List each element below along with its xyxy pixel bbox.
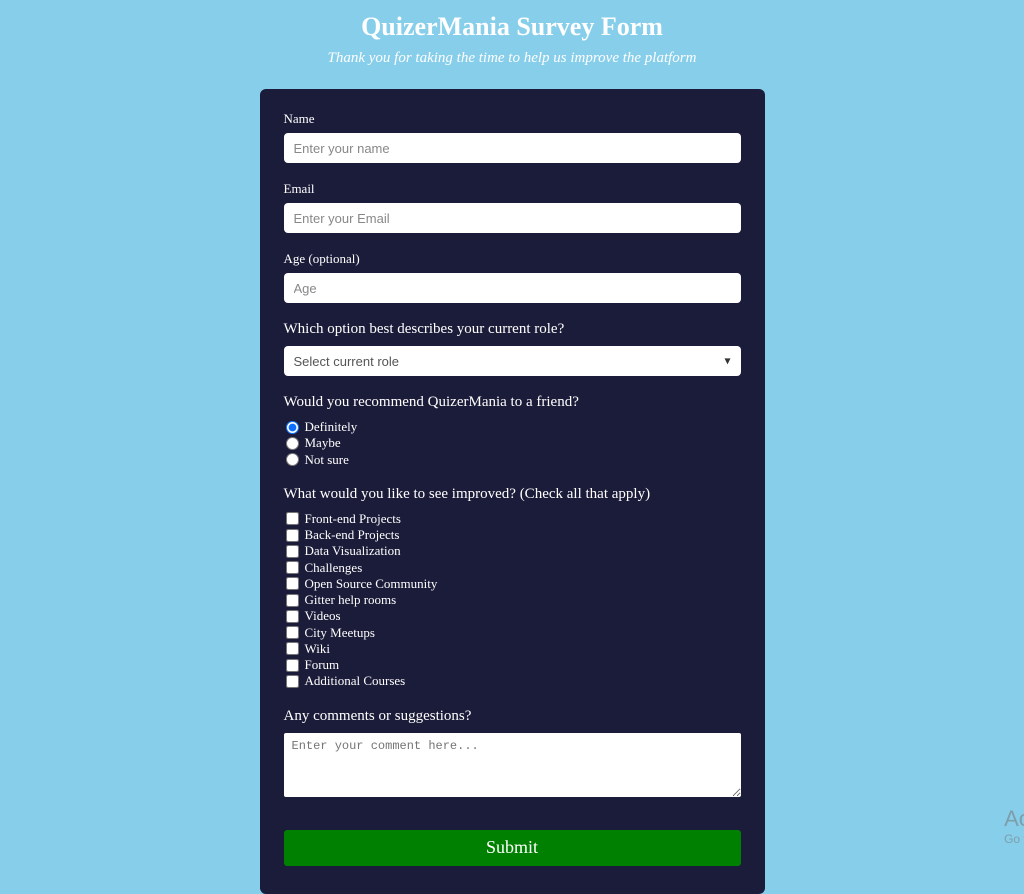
age-input[interactable] <box>284 273 741 303</box>
role-select-wrap: Select current role ▾ <box>284 346 741 376</box>
improve-checkbox[interactable] <box>286 610 299 623</box>
recommend-option-label: Maybe <box>305 435 341 451</box>
improve-option-label: City Meetups <box>305 625 375 641</box>
improve-option-label: Back-end Projects <box>305 527 400 543</box>
comments-textarea[interactable] <box>284 733 741 797</box>
age-label: Age (optional) <box>284 251 741 267</box>
improve-checkbox[interactable] <box>286 545 299 558</box>
improve-checkbox[interactable] <box>286 659 299 672</box>
improve-option-label: Forum <box>305 657 340 673</box>
improve-checkbox[interactable] <box>286 512 299 525</box>
recommend-option: Definitely <box>286 419 741 435</box>
improve-option-label: Challenges <box>305 560 363 576</box>
improve-option-label: Wiki <box>305 641 330 657</box>
improve-checkbox[interactable] <box>286 529 299 542</box>
name-input[interactable] <box>284 133 741 163</box>
os-watermark: Activa Go to S <box>1004 806 1024 846</box>
recommend-option-label: Not sure <box>305 452 349 468</box>
recommend-option: Not sure <box>286 452 741 468</box>
age-group: Age (optional) <box>284 251 741 303</box>
recommend-group: Would you recommend QuizerMania to a fri… <box>284 394 741 468</box>
recommend-radio-notsure[interactable] <box>286 453 299 466</box>
name-group: Name <box>284 111 741 163</box>
improve-label: What would you like to see improved? (Ch… <box>284 486 741 503</box>
improve-group: What would you like to see improved? (Ch… <box>284 486 741 690</box>
name-label: Name <box>284 111 741 127</box>
recommend-label: Would you recommend QuizerMania to a fri… <box>284 394 741 411</box>
email-label: Email <box>284 181 741 197</box>
improve-checkbox[interactable] <box>286 642 299 655</box>
improve-checkbox[interactable] <box>286 594 299 607</box>
comments-label: Any comments or suggestions? <box>284 708 741 725</box>
improve-checkbox[interactable] <box>286 561 299 574</box>
role-label: Which option best describes your current… <box>284 321 741 338</box>
improve-checkbox[interactable] <box>286 577 299 590</box>
email-input[interactable] <box>284 203 741 233</box>
improve-option-label: Videos <box>305 608 341 624</box>
role-select[interactable]: Select current role <box>284 346 741 376</box>
recommend-radio-definitely[interactable] <box>286 421 299 434</box>
watermark-line1: Activa <box>1004 806 1024 832</box>
improve-option: City Meetups <box>286 625 741 641</box>
improve-option: Gitter help rooms <box>286 592 741 608</box>
improve-option-label: Gitter help rooms <box>305 592 397 608</box>
page-title: QuizerMania Survey Form <box>0 12 1024 42</box>
improve-option: Forum <box>286 657 741 673</box>
survey-form: Name Email Age (optional) Which option b… <box>260 89 765 894</box>
page-subtitle: Thank you for taking the time to help us… <box>0 50 1024 67</box>
improve-option-label: Open Source Community <box>305 576 438 592</box>
improve-option: Challenges <box>286 560 741 576</box>
email-group: Email <box>284 181 741 233</box>
comments-group: Any comments or suggestions? <box>284 708 741 802</box>
improve-option-label: Additional Courses <box>305 673 406 689</box>
improve-option: Data Visualization <box>286 543 741 559</box>
improve-option-label: Front-end Projects <box>305 511 401 527</box>
improve-checkbox[interactable] <box>286 675 299 688</box>
improve-option: Additional Courses <box>286 673 741 689</box>
improve-option-label: Data Visualization <box>305 543 401 559</box>
improve-option: Back-end Projects <box>286 527 741 543</box>
submit-button[interactable]: Submit <box>284 830 741 866</box>
improve-option: Open Source Community <box>286 576 741 592</box>
improve-option: Wiki <box>286 641 741 657</box>
recommend-option-label: Definitely <box>305 419 358 435</box>
recommend-option: Maybe <box>286 435 741 451</box>
improve-option: Videos <box>286 608 741 624</box>
role-group: Which option best describes your current… <box>284 321 741 376</box>
recommend-radio-maybe[interactable] <box>286 437 299 450</box>
watermark-line2: Go to S <box>1004 832 1024 846</box>
improve-option: Front-end Projects <box>286 511 741 527</box>
improve-checkbox[interactable] <box>286 626 299 639</box>
